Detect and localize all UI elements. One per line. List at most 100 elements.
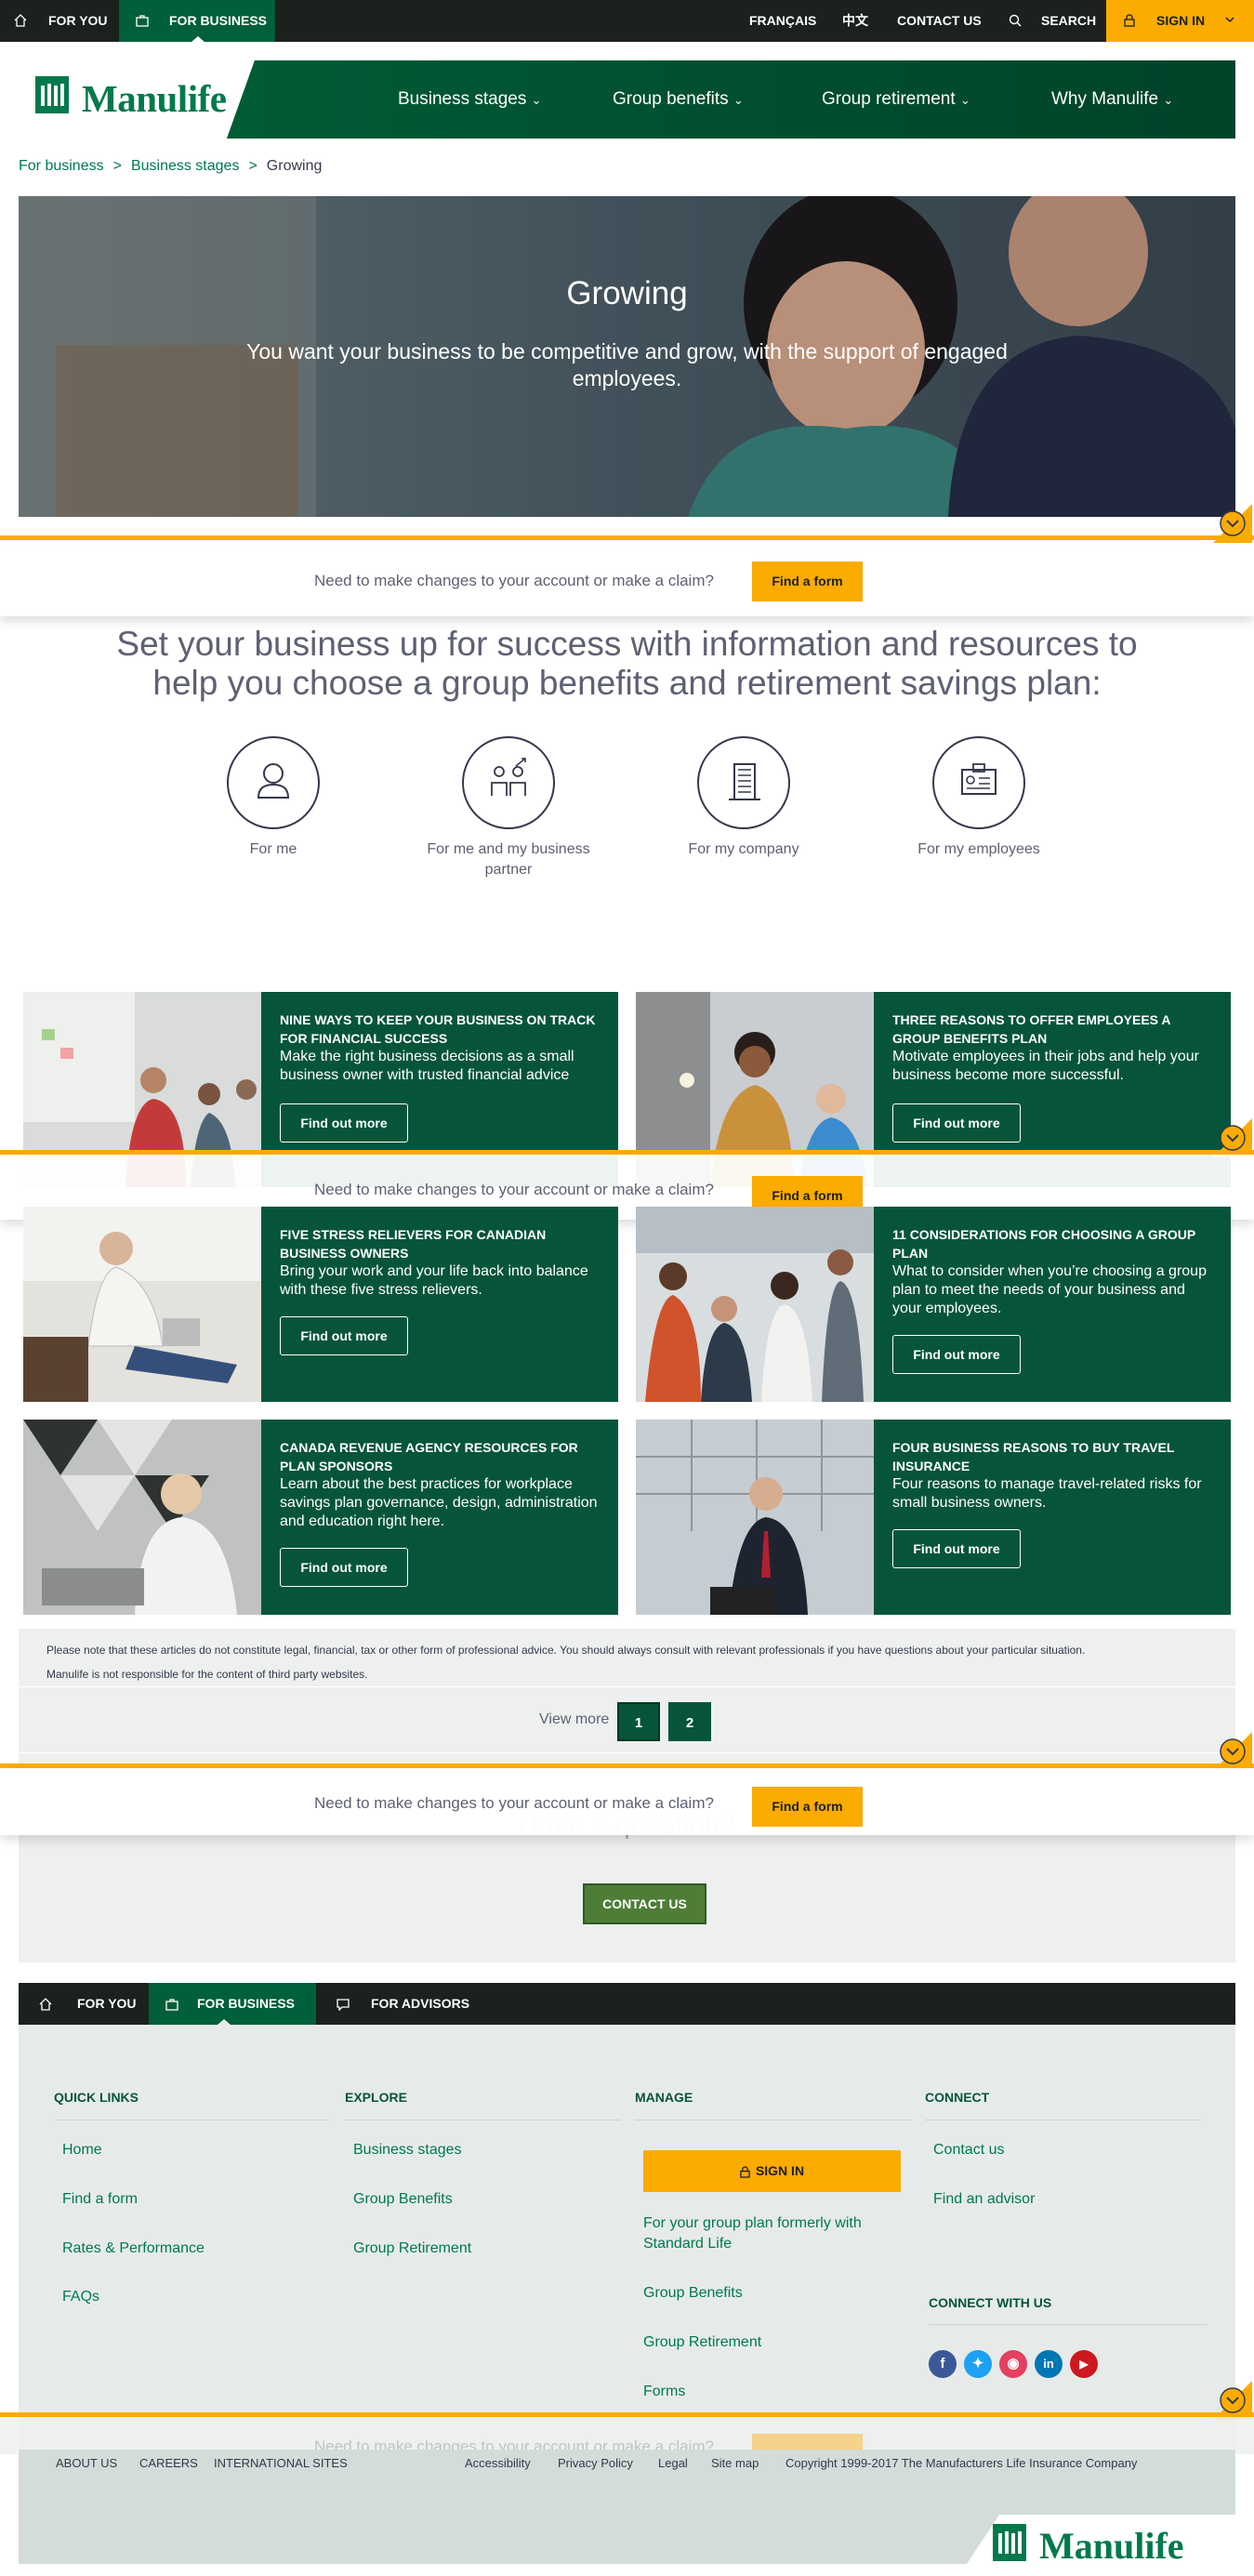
for-my-company-option[interactable] (697, 736, 790, 829)
connect-with-us-heading: Connect with us (929, 2295, 1052, 2310)
logo-mark (993, 2524, 1026, 2561)
explore-heading: Explore (345, 2090, 407, 2105)
find-out-more-button[interactable]: Find out more (892, 1335, 1021, 1374)
find-out-more-button[interactable]: Find out more (892, 1103, 1021, 1143)
disclaimer-text: Manulife is not responsible for the cont… (46, 1668, 368, 1681)
chevron-down-icon (1213, 504, 1252, 543)
article-title[interactable]: Four business reasons to buy travel insu… (892, 1438, 1213, 1475)
site-map-link[interactable]: Site map (711, 2456, 759, 2470)
collapse-toggle[interactable] (1213, 1118, 1252, 1157)
active-tab-indicator (191, 36, 205, 42)
footer-link-group-benefits[interactable]: Group Benefits (353, 2191, 453, 2208)
find-a-form-button[interactable]: Find a form (752, 561, 863, 601)
contact-us-link[interactable]: CONTACT US (897, 0, 982, 42)
collapse-toggle[interactable] (1213, 504, 1252, 543)
main-navigation: Business stages ⌄ Group benefits ⌄ Group… (227, 60, 1235, 139)
footer-link-faqs[interactable]: FAQs (62, 2289, 99, 2305)
careers-link[interactable]: CAREERS (139, 2456, 198, 2470)
article-title[interactable]: Canada Revenue Agency resources for plan… (280, 1438, 601, 1475)
search-button[interactable]: SEARCH (1009, 0, 1102, 42)
article-title[interactable]: Nine ways to keep your business on track… (280, 1011, 601, 1048)
claim-bar: Need to make changes to your account or … (0, 549, 1254, 616)
find-out-more-button[interactable]: Find out more (280, 1548, 408, 1587)
nav-why-manulife[interactable]: Why Manulife ⌄ (1051, 60, 1173, 139)
for-my-employees-option[interactable] (932, 736, 1025, 829)
article-title[interactable]: Five stress relievers for Canadian busin… (280, 1225, 601, 1262)
for-business-tab[interactable]: FOR BUSINESS (119, 0, 275, 42)
footer-link-group-retirement[interactable]: Group Retirement (353, 2240, 471, 2257)
article-image (636, 1420, 874, 1615)
footer-link-manage-group-retirement[interactable]: Group Retirement (643, 2334, 761, 2351)
breadcrumb-business-stages[interactable]: Business stages (131, 158, 240, 174)
find-out-more-button[interactable]: Find out more (892, 1529, 1021, 1568)
accessibility-link[interactable]: Accessibility (465, 2456, 531, 2470)
footer-link-find-an-advisor[interactable]: Find an advisor (933, 2191, 1035, 2208)
footer-link-contact-us[interactable]: Contact us (933, 2142, 1004, 2159)
breadcrumb-for-business[interactable]: For business (19, 158, 104, 174)
footer-for-you-label: FOR YOU (77, 1996, 137, 2011)
instagram-icon[interactable]: ◉ (999, 2350, 1027, 2378)
disclaimer: Please note that these articles do not c… (19, 1629, 1235, 1686)
article-description: Four reasons to manage travel-related ri… (892, 1476, 1202, 1511)
breadcrumb: For business > Business stages > Growing (19, 158, 322, 175)
article-description: What to consider when you’re choosing a … (892, 1263, 1207, 1316)
search-icon (1009, 14, 1022, 27)
about-us-link[interactable]: ABOUT US (56, 2456, 117, 2470)
logo-text: Manulife (82, 77, 227, 120)
article-title[interactable]: 11 considerations for choosing a group p… (892, 1225, 1213, 1262)
building-icon (729, 763, 760, 800)
francais-link[interactable]: FRANÇAIS (749, 0, 816, 42)
for-you-tab[interactable]: FOR YOU (0, 0, 119, 42)
youtube-icon[interactable]: ▶ (1070, 2350, 1098, 2378)
chevron-down-icon (1213, 2381, 1252, 2420)
find-out-more-button[interactable]: Find out more (280, 1103, 408, 1143)
footer-for-you-tab[interactable]: FOR YOU (19, 1983, 149, 2025)
article-image (23, 1420, 261, 1615)
international-sites-link[interactable]: INTERNATIONAL SITES (214, 2456, 348, 2470)
footer-audience-bar: FOR YOU FOR BUSINESS FOR ADVISORS (19, 1983, 1235, 2025)
claim-question: Need to make changes to your account or … (314, 1794, 714, 1812)
footer-for-business-tab[interactable]: FOR BUSINESS (149, 1983, 316, 2025)
twitter-icon[interactable]: ✦ (964, 2350, 992, 2378)
footer-for-advisors-label: FOR ADVISORS (371, 1996, 470, 2011)
footer-link-business-stages[interactable]: Business stages (353, 2142, 462, 2159)
page-1-button[interactable]: 1 (617, 1702, 660, 1741)
footer-link-forms[interactable]: Forms (643, 2384, 685, 2400)
nav-group-benefits[interactable]: Group benefits ⌄ (613, 60, 744, 139)
footer-link-rates-performance[interactable]: Rates & Performance (62, 2240, 205, 2257)
sign-in-button[interactable]: SIGN IN (1106, 0, 1254, 42)
legal-link[interactable]: Legal (658, 2456, 688, 2470)
footer-sign-in-button[interactable]: SIGN IN (643, 2150, 901, 2192)
privacy-policy-link[interactable]: Privacy Policy (558, 2456, 633, 2470)
footer-link-manage-group-benefits[interactable]: Group Benefits (643, 2285, 743, 2302)
for-me-option[interactable] (227, 736, 320, 829)
chinese-link[interactable]: 中文 (842, 0, 868, 42)
hero-subtitle: You want your business to be competitive… (246, 339, 1008, 390)
footer-link-find-a-form[interactable]: Find a form (62, 2191, 138, 2208)
find-a-form-button[interactable]: Find a form (752, 1787, 863, 1827)
chevron-down-icon (1213, 1732, 1252, 1771)
for-me-and-partner-option[interactable] (462, 736, 555, 829)
hero-title: Growing (566, 275, 688, 311)
facebook-icon[interactable]: f (929, 2350, 957, 2378)
linkedin-icon[interactable]: in (1035, 2350, 1063, 2378)
collapse-toggle[interactable] (1213, 2381, 1252, 2420)
find-out-more-button[interactable]: Find out more (280, 1316, 408, 1355)
collapse-toggle[interactable] (1213, 1732, 1252, 1771)
footer-link-home[interactable]: Home (62, 2142, 102, 2159)
chevron-down-icon (1213, 1118, 1252, 1157)
article-title[interactable]: Three reasons to offer employees a group… (892, 1011, 1213, 1048)
nav-group-retirement[interactable]: Group retirement ⌄ (822, 60, 970, 139)
briefcase-icon (165, 1998, 178, 2011)
for-business-label: FOR BUSINESS (169, 13, 268, 28)
nav-business-stages[interactable]: Business stages ⌄ (398, 60, 542, 139)
footer-link-standard-life[interactable]: For your group plan formerly with Standa… (643, 2213, 885, 2254)
article-description: Learn about the best practices for workp… (280, 1476, 598, 1529)
nav-label: Business stages (398, 89, 527, 109)
sign-in-label: SIGN IN (1156, 13, 1206, 28)
connect-heading: Connect (925, 2090, 990, 2105)
page-2-button[interactable]: 2 (668, 1702, 711, 1741)
contact-us-button[interactable]: CONTACT US (583, 1883, 706, 1924)
footer-for-advisors-tab[interactable]: FOR ADVISORS (316, 1983, 483, 2025)
chat-icon (337, 1998, 350, 2011)
